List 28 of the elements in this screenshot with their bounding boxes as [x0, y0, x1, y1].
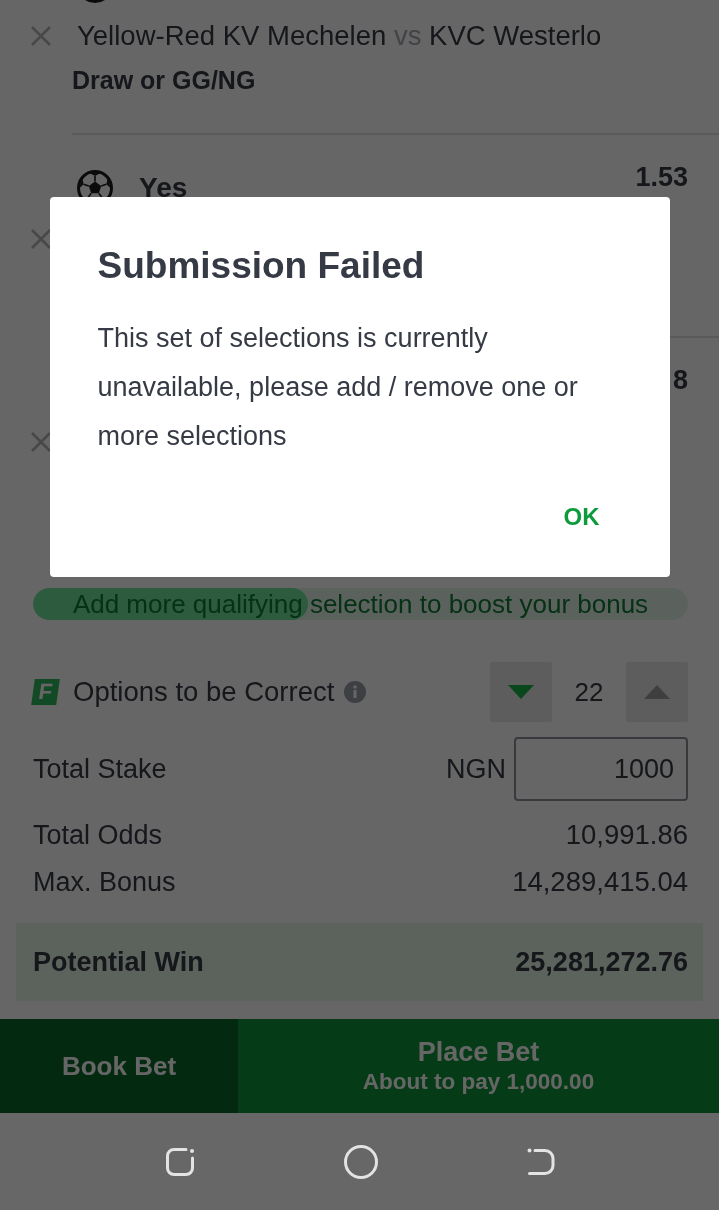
caret-up-icon: [644, 685, 670, 699]
letter-badge: F: [31, 679, 60, 705]
summary-label: Total Odds: [33, 819, 163, 851]
odds-value: 1.53: [635, 163, 688, 191]
dialog-message: This set of selections is currently unavailable, please add / remove one or more selections: [97, 322, 579, 453]
summary-label: Max. Bonus: [33, 866, 176, 898]
potential-win-label: Potential Win: [33, 946, 204, 978]
odds-value: 8: [672, 366, 688, 394]
recent-apps-icon[interactable]: [164, 1145, 196, 1178]
back-icon[interactable]: [526, 1146, 556, 1177]
options-count: 22: [573, 677, 605, 707]
summary-value: 14,289,415.04: [512, 866, 688, 898]
place-bet-button[interactable]: Place Bet About to pay 1,000.00: [238, 1019, 719, 1113]
pick-name: Yes: [139, 172, 188, 204]
total-stake-label: Total Stake: [33, 753, 167, 785]
close-icon[interactable]: [31, 229, 51, 249]
ok-button[interactable]: OK: [547, 497, 616, 537]
book-bet-button[interactable]: Book Bet: [0, 1019, 238, 1113]
potential-win-value: 25,281,272.76: [515, 946, 688, 978]
caret-down-icon: [508, 685, 534, 699]
options-label: Options to be Correct: [73, 676, 335, 708]
summary-value: 10,991.86: [565, 819, 688, 851]
market-name: Draw or GG/NG: [72, 65, 257, 95]
close-icon[interactable]: [31, 432, 51, 452]
dialog-title: Submission Failed: [97, 244, 426, 288]
home-icon[interactable]: [344, 1144, 378, 1179]
stake-input[interactable]: 1000: [514, 737, 688, 801]
currency-label: NGN: [446, 753, 506, 785]
